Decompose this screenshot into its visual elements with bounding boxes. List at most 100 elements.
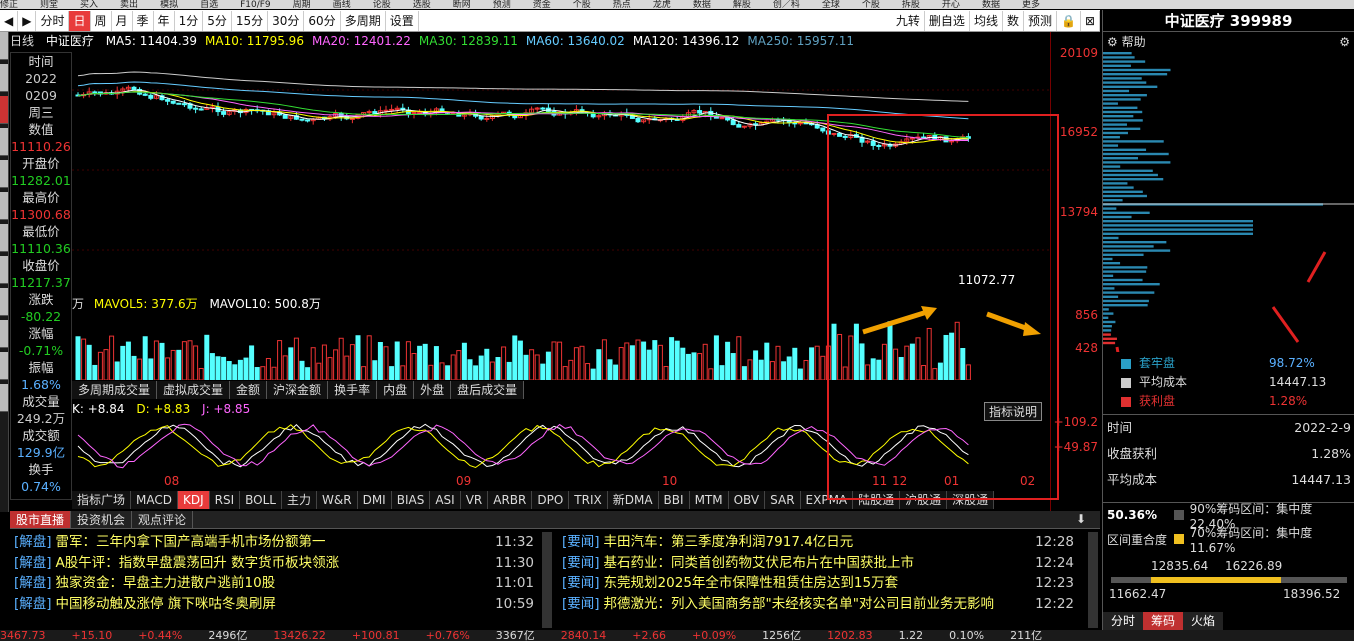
indicator-tab[interactable]: SAR [765, 491, 801, 509]
period-tab[interactable]: 分时 [36, 10, 70, 31]
volume-subtab[interactable]: 多周期成交量 [72, 381, 158, 399]
volume-bar [344, 355, 350, 380]
news-tab[interactable]: 投资机会 [71, 511, 133, 528]
right-panel-tab[interactable]: 筹码 [1143, 612, 1184, 630]
volume-subtab[interactable]: 虚拟成交量 [157, 381, 231, 399]
scrollbar[interactable] [542, 532, 552, 628]
right-panel-tab[interactable]: 火焰 [1183, 612, 1224, 630]
menu-item[interactable]: 数据 [982, 1, 1000, 10]
indicator-tab[interactable]: W&R [317, 491, 358, 509]
menu-item[interactable]: 开心 [942, 1, 960, 10]
close-icon[interactable]: ⊠ [1081, 10, 1100, 31]
volume-subtab[interactable]: 金额 [230, 381, 268, 399]
period-tab[interactable]: 季 [133, 10, 154, 31]
toolbar-button[interactable]: 九转 [892, 10, 925, 31]
kdj-j: J: +8.85 [202, 402, 251, 416]
indicator-tab[interactable]: ARBR [488, 491, 533, 509]
news-item[interactable]: [解盘] 独家资金：早盘主力进散户逃前10股 11:01 [14, 573, 534, 594]
news-item[interactable]: [解盘] A股午评：指数早盘震荡回升 数字货币板块领涨 11:30 [14, 553, 534, 574]
menu-item[interactable]: 资金 [533, 1, 551, 10]
news-item[interactable]: [要闻] 基石药业：同类首创药物艾伏尼布片在中国获批上市 12:24 [562, 553, 1074, 574]
volume-subtab[interactable]: 内盘 [377, 381, 415, 399]
menu-item[interactable]: 画线 [333, 1, 351, 10]
period-tab[interactable]: 60分 [304, 10, 341, 31]
indicator-tab[interactable]: OBV [728, 491, 766, 509]
toolbar-button[interactable]: 删自选 [925, 10, 970, 31]
indicator-tab[interactable]: BOLL [240, 491, 282, 509]
news-item[interactable]: [解盘] 中国移动触及涨停 旗下咪咕冬奥刷屏 10:59 [14, 594, 534, 615]
volume-subtab[interactable]: 外盘 [414, 381, 452, 399]
menu-item[interactable]: 自选 [200, 1, 218, 10]
volume-subtab[interactable]: 沪深金额 [267, 381, 329, 399]
toolbar-button[interactable]: 预测 [1024, 10, 1057, 31]
menu-item[interactable]: 解股 [733, 1, 751, 10]
menu-item[interactable]: 拆股 [902, 1, 920, 10]
volume-bar [282, 355, 288, 380]
forward-icon[interactable]: ▶ [18, 10, 37, 31]
indicator-tab[interactable]: TRIX [569, 491, 608, 509]
menu-item[interactable]: 卖出 [120, 1, 138, 10]
period-tab[interactable]: 月 [112, 10, 133, 31]
menu-item[interactable]: 论股 [373, 1, 391, 10]
period-tab[interactable]: 1分 [175, 10, 204, 31]
indicator-tab[interactable]: KDJ [178, 491, 210, 509]
period-tab[interactable]: 年 [154, 10, 175, 31]
news-tab[interactable]: 观点评论 [132, 511, 194, 528]
menu-item[interactable]: 修正 [0, 1, 18, 10]
news-item[interactable]: [要闻] 东莞规划2025年全市保障性租赁住房达到15万套 12:23 [562, 573, 1074, 594]
indicator-tab[interactable]: DPO [532, 491, 570, 509]
indicator-tab[interactable]: MTM [689, 491, 729, 509]
menu-item[interactable]: 模拟 [160, 1, 178, 10]
menu-item[interactable]: 周期 [293, 1, 311, 10]
news-item[interactable]: [解盘] 雷军：三年内拿下国产高端手机市场份额第一 11:32 [14, 532, 534, 553]
left-side-tabs[interactable] [0, 32, 9, 512]
menu-item[interactable]: 个股 [862, 1, 880, 10]
indicator-tab[interactable]: DMI [357, 491, 392, 509]
indicator-tab[interactable]: 新DMA [607, 491, 659, 509]
indicator-tab[interactable]: VR [460, 491, 489, 509]
menu-item[interactable]: 数据 [693, 1, 711, 10]
volume-subtab[interactable]: 盘后成交量 [451, 381, 525, 399]
menu-item[interactable]: 则堂 [40, 1, 58, 10]
menu-item[interactable]: 预测 [493, 1, 511, 10]
toolbar-button[interactable]: 均线 [970, 10, 1003, 31]
indicator-tab[interactable]: MACD [131, 491, 178, 509]
lock-icon[interactable]: 🔒 [1057, 10, 1081, 31]
indicator-tab[interactable]: BIAS [391, 491, 431, 509]
menu-item[interactable]: 个股 [573, 1, 591, 10]
period-tab[interactable]: 多周期 [341, 10, 386, 31]
right-panel-tab[interactable]: 分时 [1103, 612, 1144, 630]
indicator-tab[interactable]: 主力 [282, 491, 318, 509]
indicator-tab[interactable]: RSI [209, 491, 241, 509]
news-item[interactable]: [要闻] 丰田汽车：第三季度净利润7917.4亿日元 12:28 [562, 532, 1074, 553]
news-item[interactable]: [要闻] 邦德激光：列入美国商务部"未经核实名单"对公司目前业务无影响 12:22 [562, 594, 1074, 615]
kdj-tick: +109.2 [1053, 415, 1098, 429]
download-icon[interactable]: ⬇ [1076, 512, 1086, 526]
period-tab[interactable]: 日 [69, 10, 91, 31]
period-tab[interactable]: 设置 [386, 10, 419, 31]
indicator-tab[interactable]: ASI [430, 491, 461, 509]
menu-item[interactable]: 断网 [453, 1, 471, 10]
volume-subtab[interactable]: 换手率 [328, 381, 378, 399]
period-tab[interactable]: 15分 [232, 10, 269, 31]
toolbar-button[interactable]: 数 [1003, 10, 1024, 31]
menu-item[interactable]: 热点 [613, 1, 631, 10]
indicator-tab[interactable]: 指标广场 [72, 491, 132, 509]
news-title: 独家资金：早盘主力进散户逃前10股 [55, 575, 276, 591]
help-link[interactable]: ⚙ 帮助 ⚙ [1103, 32, 1354, 52]
menu-item[interactable]: 选股 [413, 1, 431, 10]
indicator-tab[interactable]: BBI [658, 491, 690, 509]
menu-item[interactable]: 买入 [80, 1, 98, 10]
scrollbar[interactable] [1088, 532, 1098, 628]
menu-item[interactable]: F10/F9 [240, 1, 271, 10]
menu-item[interactable]: 创／科 [773, 1, 800, 10]
settings-icon[interactable]: ⚙ [1339, 32, 1350, 52]
menu-item[interactable]: 龙虎 [653, 1, 671, 10]
back-icon[interactable]: ◀ [0, 10, 19, 31]
period-tab[interactable]: 30分 [268, 10, 305, 31]
period-tab[interactable]: 5分 [203, 10, 232, 31]
period-tab[interactable]: 周 [91, 10, 112, 31]
menu-item[interactable]: 更多 [1022, 1, 1040, 10]
menu-item[interactable]: 全球 [822, 1, 840, 10]
news-tab[interactable]: 股市直播 [10, 511, 72, 528]
